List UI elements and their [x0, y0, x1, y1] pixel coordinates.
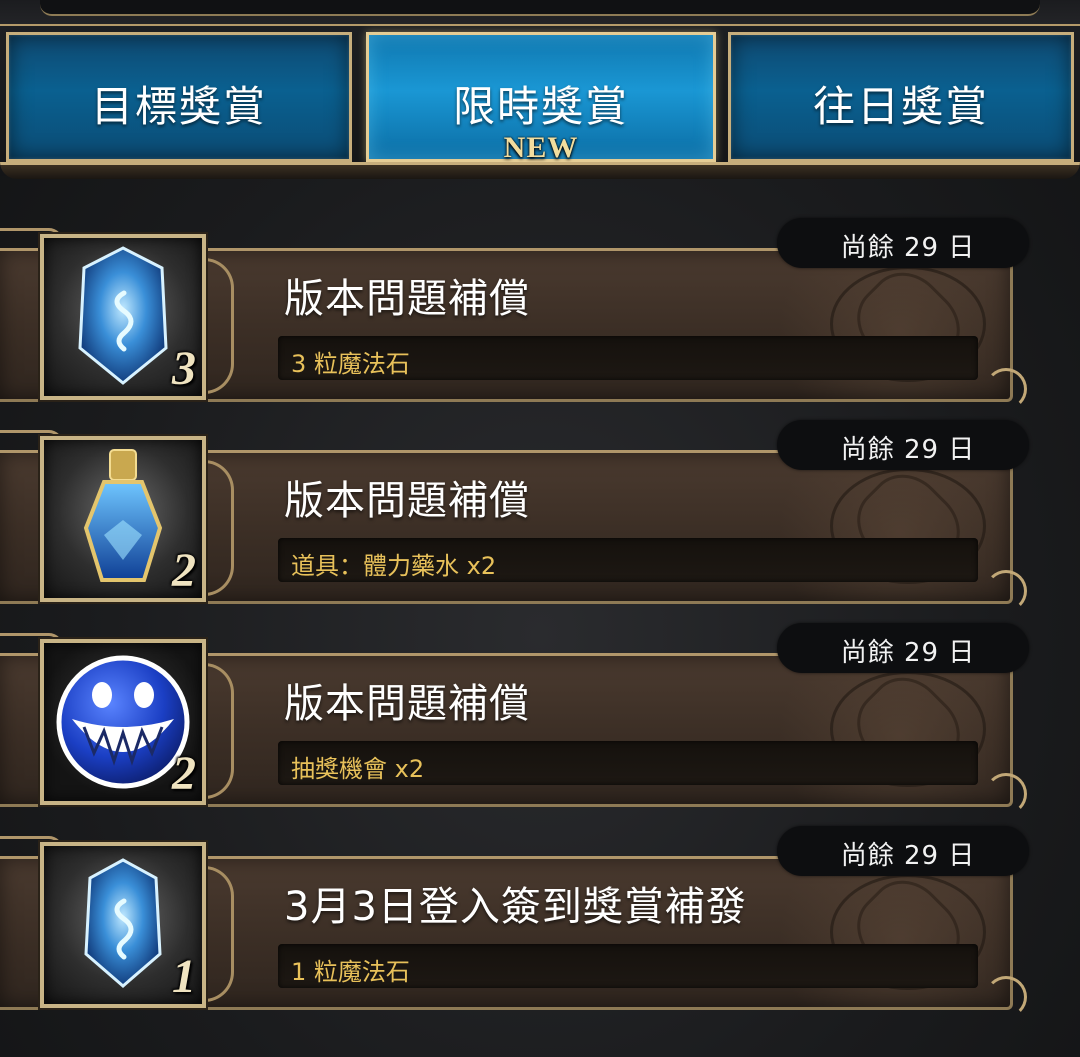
reward-quantity: 3 — [172, 342, 196, 395]
tab-label: 往日獎賞 — [812, 82, 989, 131]
reward-description: 1 粒魔法石 — [291, 958, 410, 986]
frame-ornament — [985, 773, 1027, 815]
reward-title: 3月3日登入簽到獎賞補發 — [284, 884, 747, 930]
reward-quantity: 1 — [172, 950, 196, 1003]
reward-title: 版本問題補償 — [284, 478, 530, 524]
frame-ornament — [985, 976, 1027, 1018]
days-remaining-badge: 尚餘 29 日 — [777, 218, 1029, 268]
tab-limited-rewards[interactable]: 限時獎賞 NEW — [366, 32, 716, 164]
tab-past-rewards[interactable]: 往日獎賞 — [728, 32, 1074, 162]
top-frame — [0, 0, 1080, 27]
reward-title: 版本問題補償 — [284, 681, 530, 727]
frame-ornament — [985, 368, 1027, 410]
tab-label: 目標獎賞 — [90, 82, 267, 131]
reward-icon-frame[interactable]: 1 — [40, 842, 206, 1008]
tab-bar: 目標獎賞 限時獎賞 NEW 往日獎賞 — [0, 26, 1080, 179]
reward-icon-frame[interactable]: 3 — [40, 234, 206, 400]
reward-row[interactable]: 2 版本問題補償 抽獎機會 x2 尚餘 29 日 — [0, 623, 1080, 815]
days-remaining-badge: 尚餘 29 日 — [777, 420, 1029, 470]
days-remaining-text: 尚餘 29 日 — [840, 841, 976, 871]
reward-description-box: 道具：體力藥水 x2 — [278, 538, 978, 582]
days-remaining-text: 尚餘 29 日 — [840, 233, 976, 263]
reward-icon-frame[interactable]: 2 — [40, 639, 206, 805]
reward-description-box: 1 粒魔法石 — [278, 944, 978, 988]
reward-description: 道具：體力藥水 x2 — [291, 552, 497, 580]
days-remaining-badge: 尚餘 29 日 — [777, 826, 1029, 876]
reward-description: 3 粒魔法石 — [291, 350, 410, 378]
tab-target-rewards[interactable]: 目標獎賞 — [6, 32, 352, 162]
reward-title: 版本問題補償 — [284, 276, 530, 322]
reward-icon-frame[interactable]: 2 — [40, 436, 206, 602]
days-remaining-text: 尚餘 29 日 — [840, 638, 976, 668]
reward-row[interactable]: 3 版本問題補償 3 粒魔法石 尚餘 29 日 — [0, 218, 1080, 410]
days-remaining-badge: 尚餘 29 日 — [777, 623, 1029, 673]
reward-description-box: 抽獎機會 x2 — [278, 741, 978, 785]
new-badge: NEW — [503, 131, 579, 164]
reward-description-box: 3 粒魔法石 — [278, 336, 978, 380]
reward-description: 抽獎機會 x2 — [291, 755, 425, 783]
reward-quantity: 2 — [172, 747, 196, 800]
reward-row[interactable]: 2 版本問題補償 道具：體力藥水 x2 尚餘 29 日 — [0, 420, 1080, 612]
days-remaining-text: 尚餘 29 日 — [840, 435, 976, 465]
frame-ornament — [985, 570, 1027, 612]
tab-bar-frame — [0, 162, 1080, 179]
tab-label: 限時獎賞 — [452, 82, 629, 131]
top-frame-inner — [40, 0, 1040, 16]
reward-row[interactable]: 1 3月3日登入簽到獎賞補發 1 粒魔法石 尚餘 29 日 — [0, 826, 1080, 1018]
reward-quantity: 2 — [172, 544, 196, 597]
